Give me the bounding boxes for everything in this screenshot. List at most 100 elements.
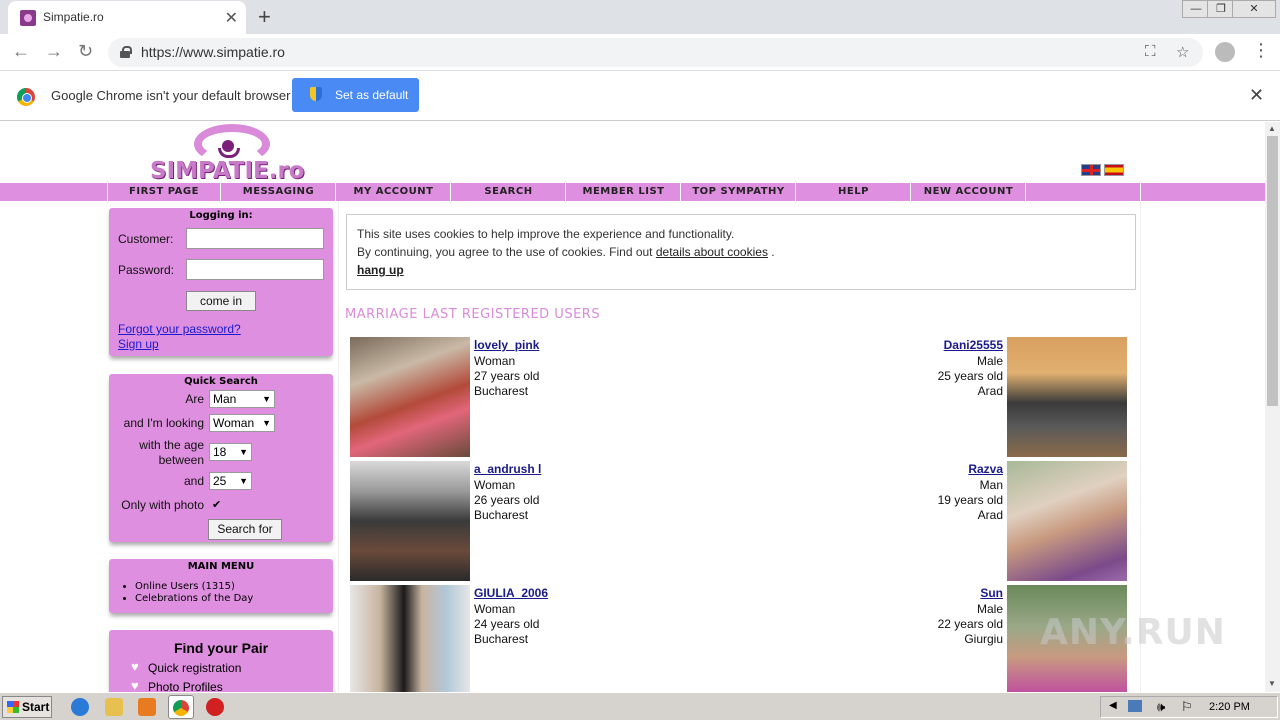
user-name-link[interactable]: a_andrush l bbox=[474, 462, 541, 476]
user-city: Bucharest bbox=[474, 632, 529, 646]
toolbar: ← → ↻ https://www.simpatie.ro ⛶ ☆ ⋮ bbox=[0, 34, 1280, 71]
lock-icon[interactable] bbox=[120, 46, 132, 58]
age-from-value: 18 bbox=[213, 445, 227, 459]
find-pair-title: Find your Pair bbox=[173, 640, 269, 656]
user-info: Man 19 years old Arad bbox=[938, 478, 1003, 523]
reload-icon[interactable]: ↻ bbox=[78, 41, 93, 62]
site-logo[interactable]: SIMPATIE.ro bbox=[150, 122, 315, 184]
page-scrollbar[interactable]: ▲ ▼ bbox=[1265, 122, 1280, 692]
window-close-icon[interactable]: ✕ bbox=[1232, 0, 1276, 18]
login-title: Logging in: bbox=[189, 210, 253, 221]
cookie-details-link[interactable]: details about cookies bbox=[656, 245, 768, 259]
user-age: 24 years old bbox=[474, 617, 540, 631]
tab-title: Simpatie.ro bbox=[43, 10, 104, 24]
scrollbar-thumb[interactable] bbox=[1267, 136, 1278, 406]
user-photo[interactable] bbox=[1007, 461, 1127, 581]
looking-select[interactable]: Woman ▼ bbox=[209, 414, 275, 432]
user-name-link[interactable]: Dani25555 bbox=[944, 338, 1003, 352]
user-name-link[interactable]: Razva bbox=[968, 462, 1003, 476]
password-input[interactable] bbox=[186, 259, 324, 280]
infobar-close-icon[interactable]: ✕ bbox=[1249, 85, 1264, 106]
chrome-logo-icon bbox=[17, 88, 35, 106]
profile-avatar-icon[interactable] bbox=[1215, 42, 1235, 62]
chevron-down-icon: ▼ bbox=[239, 476, 248, 486]
user-gender: Woman bbox=[474, 354, 516, 368]
url-text[interactable]: https://www.simpatie.ro bbox=[141, 44, 285, 60]
nav-my-account[interactable]: MY ACCOUNT bbox=[337, 183, 451, 201]
media-player-icon[interactable] bbox=[138, 698, 156, 716]
back-icon[interactable]: ← bbox=[12, 41, 30, 62]
search-for-button[interactable]: Search for bbox=[208, 519, 282, 540]
start-button[interactable]: Start bbox=[2, 696, 52, 718]
english-flag-icon[interactable] bbox=[1081, 164, 1101, 176]
photo-profiles-link[interactable]: Photo Profiles bbox=[148, 680, 223, 692]
scroll-up-icon[interactable]: ▲ bbox=[1268, 124, 1276, 133]
photo-label: Only with photo bbox=[121, 498, 204, 512]
browser-tab[interactable]: Simpatie.ro ✕ bbox=[8, 1, 246, 34]
network-icon[interactable] bbox=[1128, 700, 1142, 712]
scroll-down-icon[interactable]: ▼ bbox=[1268, 679, 1276, 688]
flag-icon[interactable]: ⚐ bbox=[1181, 699, 1193, 715]
nav-help[interactable]: HELP bbox=[797, 183, 911, 201]
user-city: Arad bbox=[977, 384, 1003, 398]
main-menu-box: MAIN MENU Online Users (1315) Celebratio… bbox=[109, 559, 333, 613]
are-select-value: Man bbox=[213, 392, 237, 406]
user-name-link[interactable]: lovely_pink bbox=[474, 338, 539, 352]
chevron-down-icon: ▼ bbox=[239, 447, 248, 457]
sign-up-link[interactable]: Sign up bbox=[118, 337, 159, 351]
minimize-icon[interactable]: — bbox=[1182, 0, 1210, 18]
internet-explorer-icon[interactable] bbox=[71, 698, 89, 716]
windows-taskbar: Start ◀ 🕪 ⚐ 2:20 PM bbox=[0, 692, 1280, 720]
only-photo-checkbox[interactable]: ✔ bbox=[212, 498, 221, 511]
new-tab-icon[interactable]: + bbox=[258, 4, 271, 30]
nav-empty-slot bbox=[1027, 183, 1141, 201]
user-photo[interactable] bbox=[1007, 337, 1127, 457]
age-label-2: between bbox=[158, 453, 204, 467]
nav-member-list[interactable]: MEMBER LIST bbox=[567, 183, 681, 201]
user-info: Male 22 years old Giurgiu bbox=[938, 602, 1003, 647]
nav-top-sympathy[interactable]: TOP SYMPATHY bbox=[682, 183, 796, 201]
age-label-1: with the age bbox=[139, 438, 204, 452]
user-photo[interactable] bbox=[350, 461, 470, 581]
customer-input[interactable] bbox=[186, 228, 324, 249]
close-tab-icon[interactable]: ✕ bbox=[225, 8, 238, 28]
nav-messaging[interactable]: MESSAGING bbox=[222, 183, 336, 201]
online-users-link[interactable]: Online Users (1315) bbox=[135, 581, 253, 593]
set-as-default-button[interactable]: Set as default bbox=[292, 78, 419, 112]
file-explorer-icon[interactable] bbox=[105, 698, 123, 716]
user-name-link[interactable]: Sun bbox=[980, 586, 1003, 600]
restore-icon[interactable]: ❐ bbox=[1207, 0, 1235, 18]
clock[interactable]: 2:20 PM bbox=[1209, 701, 1250, 713]
user-photo[interactable] bbox=[350, 585, 470, 692]
age-from-select[interactable]: 18 ▼ bbox=[209, 443, 252, 461]
bookmark-star-icon[interactable]: ☆ bbox=[1176, 43, 1189, 61]
hang-up-link[interactable]: hang up bbox=[357, 263, 404, 277]
forward-icon[interactable]: → bbox=[45, 41, 63, 62]
translate-icon[interactable]: ⛶ bbox=[1145, 43, 1156, 60]
heart-icon: ♥ bbox=[131, 659, 139, 674]
stop-icon[interactable] bbox=[206, 698, 224, 716]
are-select[interactable]: Man ▼ bbox=[209, 390, 275, 408]
tray-arrow-icon[interactable]: ◀ bbox=[1109, 700, 1117, 711]
user-info: Woman 24 years old Bucharest bbox=[474, 602, 539, 647]
spanish-flag-icon[interactable] bbox=[1104, 164, 1124, 176]
address-bar[interactable]: https://www.simpatie.ro ⛶ ☆ bbox=[108, 38, 1203, 67]
forgot-password-link[interactable]: Forgot your password? bbox=[118, 322, 241, 336]
password-label: Password: bbox=[118, 263, 175, 277]
cookie-line-2-end: . bbox=[771, 245, 775, 259]
quick-registration-link[interactable]: Quick registration bbox=[148, 661, 241, 675]
volume-icon[interactable]: 🕪 bbox=[1157, 699, 1165, 715]
celebrations-link[interactable]: Celebrations of the Day bbox=[135, 593, 253, 605]
chevron-down-icon: ▼ bbox=[262, 418, 271, 428]
cookie-notice: This site uses cookies to help improve t… bbox=[346, 214, 1136, 290]
nav-search[interactable]: SEARCH bbox=[452, 183, 566, 201]
chrome-menu-icon[interactable]: ⋮ bbox=[1252, 40, 1270, 61]
are-label: Are bbox=[185, 392, 204, 406]
user-photo[interactable] bbox=[350, 337, 470, 457]
age-to-select[interactable]: 25 ▼ bbox=[209, 472, 252, 490]
come-in-button[interactable]: come in bbox=[186, 291, 256, 311]
user-name-link[interactable]: GIULIA_2006 bbox=[474, 586, 548, 600]
nav-first-page[interactable]: FIRST PAGE bbox=[107, 183, 221, 201]
and-label: and bbox=[183, 474, 204, 488]
nav-new-account[interactable]: NEW ACCOUNT bbox=[912, 183, 1026, 201]
